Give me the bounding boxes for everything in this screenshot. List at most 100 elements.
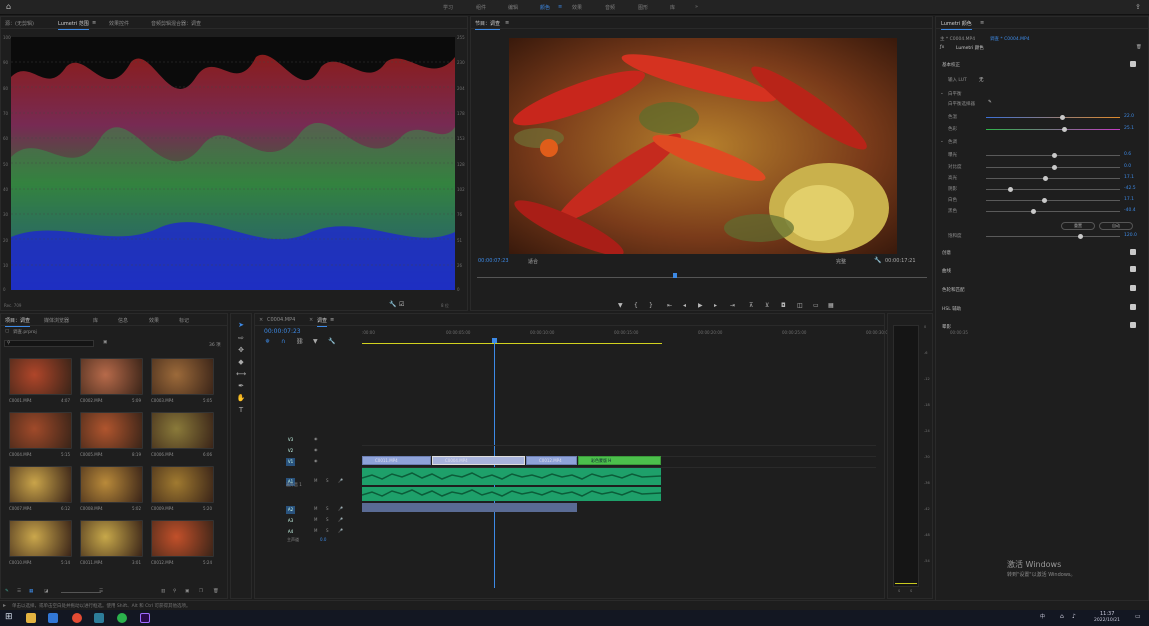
sequence-clip-label[interactable]: 调查 * C0004.MP4	[990, 36, 1030, 42]
chrome-icon[interactable]	[72, 613, 82, 623]
media-thumbnail[interactable]	[151, 412, 214, 449]
video-track-target[interactable]: V2	[286, 447, 295, 455]
bit-depth-label[interactable]: 8 位	[441, 303, 449, 309]
tab-effects[interactable]: 效果	[149, 317, 159, 324]
tone-header[interactable]: 色调	[948, 139, 957, 145]
workspace-learn[interactable]: 学习	[443, 4, 453, 11]
slider-track[interactable]	[986, 165, 1120, 170]
workspace-audio[interactable]: 音频	[605, 4, 615, 11]
go-to-out-icon[interactable]: ⇥	[730, 302, 735, 309]
slider-track[interactable]	[986, 153, 1120, 158]
slider-value[interactable]: 0.6	[1124, 152, 1131, 157]
new-bin-icon[interactable]: ▣	[103, 340, 107, 345]
tab-sequence-clip[interactable]: C0004.MP4	[267, 317, 295, 323]
new-file-icon[interactable]: ❐	[199, 589, 203, 594]
program-scrub-bar[interactable]	[477, 277, 927, 278]
tab-markers[interactable]: 标记	[179, 317, 189, 324]
mark-in-icon[interactable]: {	[634, 302, 638, 309]
effect-dropdown[interactable]: Lumetri 颜色	[956, 45, 984, 51]
hand-tool-icon[interactable]: ✋	[235, 393, 247, 403]
source-clip-label[interactable]: 主 * C0004.MP4	[940, 36, 975, 42]
marker-icon[interactable]: ▼	[618, 302, 623, 309]
workspace-editing[interactable]: 编辑	[508, 4, 518, 11]
track-visibility-icon[interactable]: ◉	[314, 447, 318, 452]
clock-date[interactable]: 2022/10/21	[1094, 618, 1120, 623]
video-track-target[interactable]: V3	[286, 436, 295, 444]
track-select-tool-icon[interactable]: ⇨	[235, 333, 247, 343]
tab-info[interactable]: 信息	[118, 317, 128, 324]
close-icon[interactable]: ×	[259, 317, 263, 323]
nest-icon[interactable]: ✵	[265, 338, 270, 345]
slider-track[interactable]	[986, 234, 1120, 239]
media-thumbnail[interactable]	[9, 358, 72, 395]
slider-track[interactable]	[986, 198, 1120, 203]
camera-icon[interactable]: ◘	[781, 302, 786, 309]
track-visibility-icon[interactable]: ◉	[314, 436, 318, 441]
tab-menu-icon[interactable]: ≡	[330, 317, 334, 323]
slider-value[interactable]: 120.0	[1124, 233, 1137, 238]
mic-icon[interactable]: 🎤	[338, 478, 343, 483]
slider-track[interactable]	[986, 187, 1120, 192]
lumetri-title[interactable]: Lumetri 颜色	[941, 20, 972, 30]
timeline-settings-icon[interactable]: 🔧	[328, 338, 335, 345]
slider-value[interactable]: 25.1	[1124, 126, 1134, 131]
video-clip[interactable]: C0012.MP4	[526, 456, 577, 465]
media-thumbnail[interactable]	[151, 466, 214, 503]
project-search-input[interactable]: ⚲	[4, 340, 94, 347]
curves-checkbox[interactable]	[1130, 266, 1136, 272]
selection-tool-icon[interactable]: ➤	[235, 320, 247, 330]
wb-chevron-icon[interactable]: ⌄	[940, 91, 944, 96]
wechat-icon[interactable]	[117, 613, 127, 623]
safe-margins-icon[interactable]: ▭	[813, 302, 819, 309]
audio-track-target[interactable]: A3	[286, 517, 295, 525]
pencil-icon[interactable]: ✎	[5, 589, 9, 594]
premiere-pro-icon[interactable]	[140, 613, 150, 623]
solo-left-label[interactable]: S	[898, 589, 900, 593]
slider-knob[interactable]	[1041, 198, 1047, 203]
mute-icon[interactable]: M	[314, 528, 317, 533]
audio-clip-a2[interactable]	[362, 503, 577, 512]
slider-value[interactable]: 17.1	[1124, 197, 1134, 202]
color-wheels-checkbox[interactable]	[1130, 285, 1136, 291]
media-thumbnail[interactable]	[80, 412, 143, 449]
program-playhead[interactable]	[673, 273, 677, 278]
media-thumbnail[interactable]	[151, 520, 214, 557]
share-icon[interactable]: ⇪	[1135, 3, 1141, 11]
lift-icon[interactable]: ⊼	[749, 302, 753, 309]
media-thumbnail[interactable]	[9, 412, 72, 449]
slider-value[interactable]: 17.1	[1124, 175, 1134, 180]
tab-menu-icon[interactable]: ≡	[980, 20, 984, 26]
list-view-icon[interactable]: ☰	[17, 589, 21, 594]
basic-correction-checkbox[interactable]	[1130, 61, 1136, 67]
audio-track-target[interactable]: A2	[286, 506, 295, 514]
linked-selection-icon[interactable]: ⛓	[296, 338, 304, 345]
mix-volume-value[interactable]: 0.0	[320, 537, 326, 542]
razor-tool-icon[interactable]: ◆	[235, 357, 247, 367]
home-icon[interactable]: ⌂	[6, 2, 11, 11]
slider-track[interactable]	[986, 209, 1120, 214]
color-matte-clip[interactable]: 彩色蒙版 H	[578, 456, 661, 465]
input-method-label[interactable]: 中	[1040, 613, 1045, 620]
clamp-checkbox-icon[interactable]: ☑	[399, 301, 404, 308]
tab-source[interactable]: 源：(无剪辑)	[5, 20, 34, 27]
trash-icon[interactable]: 🗑	[213, 589, 219, 594]
audio-track-target[interactable]: A4	[286, 528, 295, 536]
close-icon[interactable]: ×	[309, 317, 313, 323]
tab-menu-icon[interactable]: ≡	[505, 20, 509, 26]
white-balance-header[interactable]: 白平衡	[948, 91, 962, 97]
mute-icon[interactable]: M	[314, 506, 317, 511]
vignette-checkbox[interactable]	[1130, 322, 1136, 328]
comparison-view-icon[interactable]: ◫	[797, 302, 803, 309]
tab-audio-mixer[interactable]: 音频剪辑混合器：调查	[151, 20, 201, 27]
section-color-wheels[interactable]: 色轮和匹配	[942, 287, 965, 293]
windows-start-icon[interactable]: ⊞	[5, 612, 13, 622]
delete-icon[interactable]: 🗑	[1136, 45, 1142, 50]
sort-icon[interactable]: ☰	[99, 589, 103, 594]
reset-button[interactable]: 重置	[1061, 222, 1095, 230]
slider-track[interactable]	[986, 176, 1120, 181]
zoom-dropdown[interactable]: 适合	[528, 258, 538, 265]
slider-knob[interactable]	[1052, 153, 1058, 158]
mute-icon[interactable]: M	[314, 517, 317, 522]
media-thumbnail[interactable]	[80, 520, 143, 557]
program-monitor-title[interactable]: 节目：调查	[475, 20, 501, 30]
